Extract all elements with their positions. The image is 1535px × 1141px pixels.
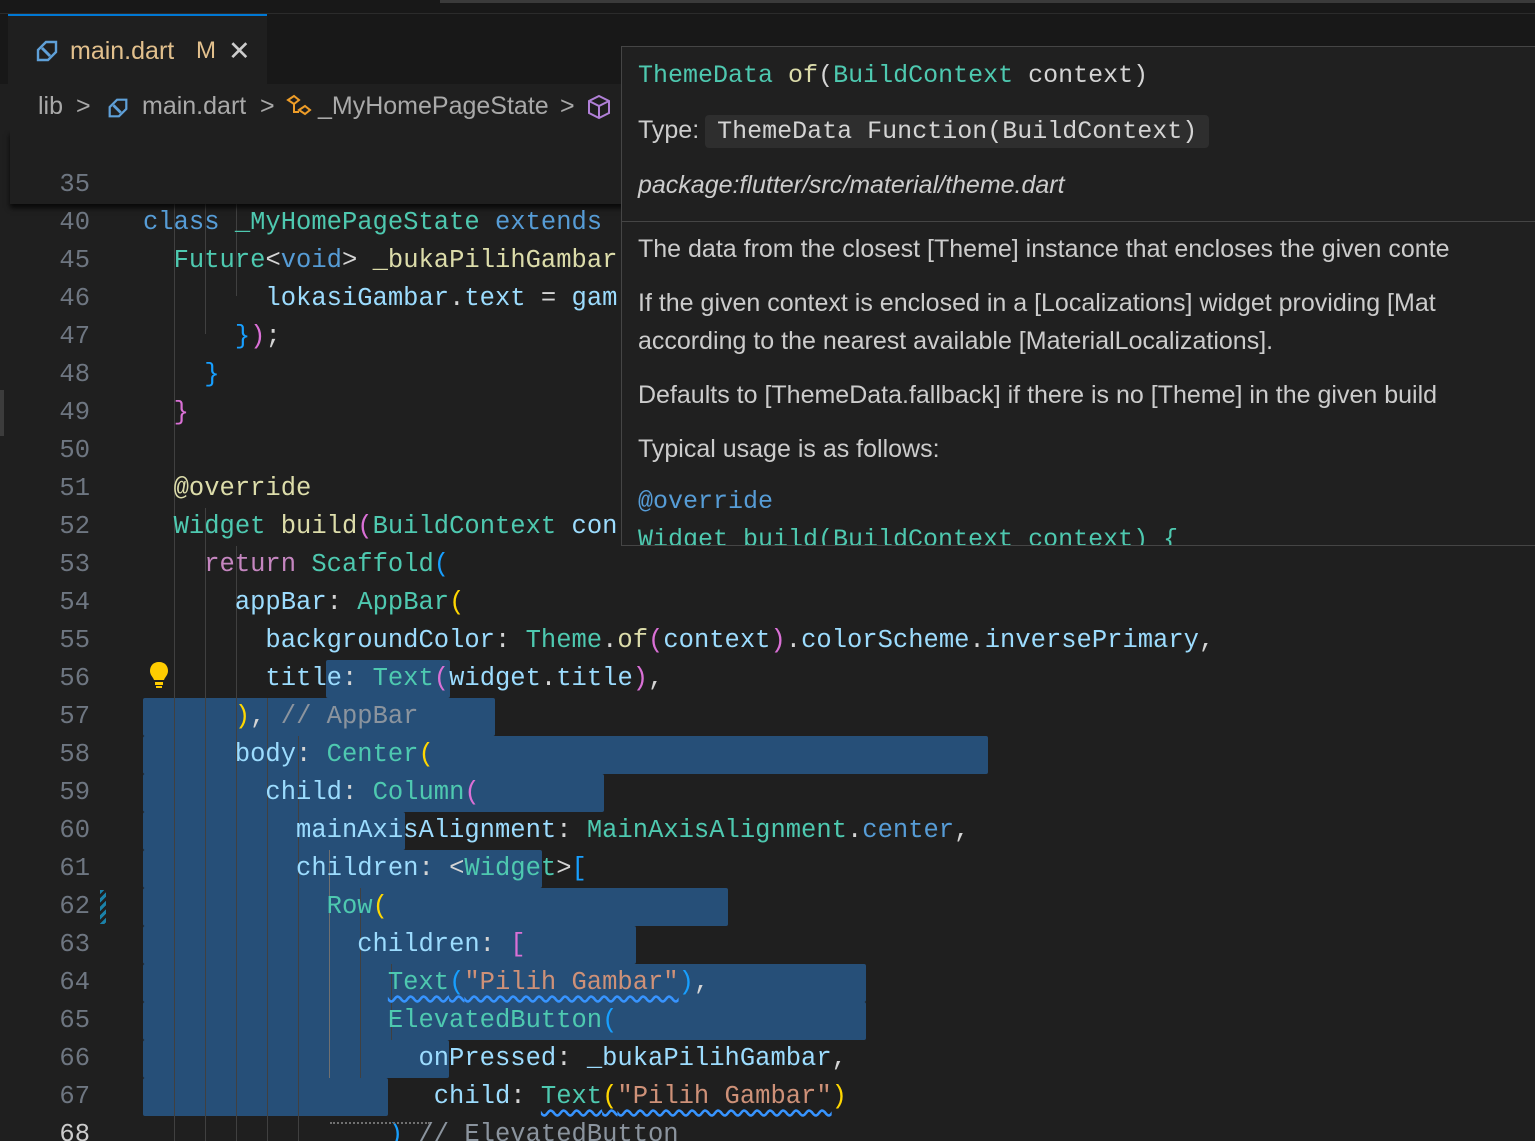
hover-divider — [622, 221, 1535, 222]
hover-package: package:flutter/src/material/theme.dart — [638, 171, 1065, 199]
code-line[interactable]: 60 children: <Widget>[ — [0, 774, 1535, 883]
hover-tooltip[interactable]: ThemeData of(BuildContext context) Type:… — [621, 46, 1535, 546]
breadcrumb-item-class[interactable]: _MyHomePageState — [318, 92, 549, 121]
code-line[interactable]: 55 title: Text(widget.title), — [0, 584, 1535, 693]
code-line[interactable]: 56 ), // AppBar — [0, 622, 1535, 731]
lightbulb-icon[interactable] — [148, 660, 170, 690]
title-bar — [0, 0, 1535, 14]
tabs-scrollbar[interactable] — [440, 0, 1535, 3]
modified-line-indicator[interactable] — [100, 890, 106, 924]
hover-paragraph: according to the nearest available [Mate… — [638, 327, 1274, 355]
line-number-current: 68 — [59, 1120, 90, 1141]
dart-file-icon — [36, 40, 58, 62]
hover-type-label: Type: — [638, 116, 700, 144]
code-line[interactable]: 58 child: Column( — [0, 698, 1535, 807]
breadcrumb-separator: > — [76, 92, 91, 120]
code-line[interactable]: 68 ], — [0, 1078, 1535, 1141]
cube-icon[interactable] — [586, 94, 612, 120]
dart-file-icon — [108, 98, 128, 118]
code-line[interactable]: 61 Row( — [0, 812, 1535, 921]
hover-paragraph: Typical usage is as follows: — [638, 435, 940, 463]
hover-code-line: @override — [638, 487, 774, 516]
cut-off-line — [330, 1122, 430, 1126]
hover-type-row: Type: ThemeData Function(BuildContext) — [638, 115, 1210, 148]
code-line[interactable]: 62 children: [ — [0, 850, 1535, 959]
hover-code-line: Widget build(BuildContext context) { — [638, 525, 1179, 546]
code-line[interactable]: 54 backgroundColor: Theme.of(context).co… — [0, 546, 1535, 655]
code-line[interactable]: 65 onPressed: _bukaPilihGambar, — [0, 964, 1535, 1073]
breadcrumb-item-file[interactable]: main.dart — [142, 92, 246, 121]
hover-paragraph: The data from the closest [Theme] instan… — [638, 235, 1450, 263]
class-icon — [286, 94, 312, 116]
modified-badge: M — [196, 37, 216, 64]
hover-paragraph: Defaults to [ThemeData.fallback] if ther… — [638, 381, 1438, 409]
hover-paragraph: If the given context is enclosed in a [L… — [638, 289, 1436, 317]
line-number: 40 — [59, 208, 90, 237]
code-line[interactable]: 67 ) // ElevatedButton — [0, 1040, 1535, 1141]
code-line[interactable]: 57 body: Center( — [0, 660, 1535, 769]
breadcrumb-separator: > — [560, 92, 575, 120]
hover-signature: ThemeData of(BuildContext context) — [638, 61, 1149, 90]
close-icon[interactable]: ✕ — [228, 36, 251, 67]
hover-type-value: ThemeData Function(BuildContext) — [705, 115, 1210, 148]
code-line[interactable]: 59 mainAxisAlignment: MainAxisAlignment.… — [0, 736, 1535, 845]
tab-label: main.dart — [70, 37, 175, 65]
code-line[interactable]: 63 Text("Pilih Gambar"), — [0, 888, 1535, 997]
tab-main-dart[interactable]: main.dart M ✕ — [8, 14, 267, 84]
breadcrumb-separator: > — [260, 92, 275, 120]
code-line[interactable]: 66 child: Text("Pilih Gambar") — [0, 1002, 1535, 1111]
code-line[interactable]: 64 ElevatedButton( — [0, 926, 1535, 1035]
breadcrumb-item-lib[interactable]: lib — [38, 92, 63, 121]
